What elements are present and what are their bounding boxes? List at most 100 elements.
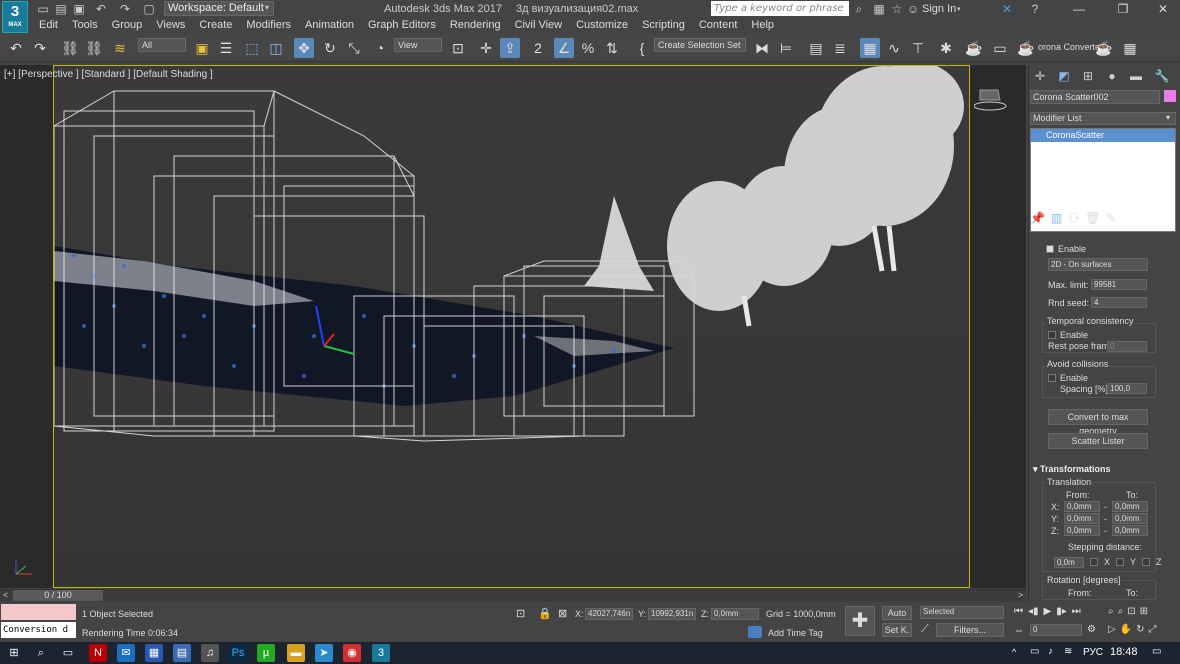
menu-animation[interactable]: Animation bbox=[298, 18, 361, 33]
rnd-seed-field[interactable]: 4 bbox=[1091, 297, 1147, 308]
material-editor-icon[interactable]: ✱ bbox=[936, 38, 956, 58]
menu-tools[interactable]: Tools bbox=[65, 18, 105, 33]
spacing-field[interactable]: 100,0 bbox=[1107, 383, 1147, 394]
align-icon[interactable]: ⊨ bbox=[776, 38, 796, 58]
add-time-tag[interactable]: Add Time Tag bbox=[768, 628, 823, 638]
user-icon[interactable]: ☺ bbox=[906, 2, 920, 16]
unlink-icon[interactable]: ⛓ bbox=[84, 38, 104, 58]
viewport-label[interactable]: [+] [Perspective ] [Standard ] [Default … bbox=[4, 69, 213, 80]
pin-stack-icon[interactable]: 📌 bbox=[1030, 211, 1045, 225]
open-file-icon[interactable]: ▤ bbox=[54, 2, 68, 16]
tray-chevron-icon[interactable]: ^ bbox=[1012, 647, 1016, 657]
x-coord-field[interactable]: 42027,746n bbox=[585, 608, 633, 620]
save-file-icon[interactable]: ▣ bbox=[72, 2, 86, 16]
select-by-name-icon[interactable]: ☰ bbox=[216, 38, 236, 58]
trans-z-to-field[interactable]: 0,0mm bbox=[1112, 525, 1148, 536]
key-mode-toggle-icon[interactable]: ⇔ bbox=[1014, 625, 1024, 636]
project-folder-icon[interactable]: ▢ bbox=[142, 2, 156, 16]
zoom-icon[interactable]: ⌕ bbox=[1108, 606, 1114, 617]
redo-small-icon[interactable]: ↷ bbox=[118, 2, 132, 16]
subscription-icon[interactable]: ▦ bbox=[872, 2, 886, 16]
language-indicator[interactable]: РУС bbox=[1083, 647, 1103, 658]
next-frame-icon[interactable]: > bbox=[1018, 590, 1023, 600]
avoid-enable-checkbox[interactable] bbox=[1048, 374, 1056, 383]
trans-x-to-field[interactable]: 0,0mm bbox=[1112, 501, 1148, 512]
new-file-icon[interactable]: ▭ bbox=[36, 2, 50, 16]
windows-start-icon[interactable]: ⊞ bbox=[5, 644, 23, 662]
current-frame-field[interactable]: 0 bbox=[1030, 624, 1082, 636]
netflix-icon[interactable]: N bbox=[89, 644, 107, 662]
lock-selection-icon[interactable]: 🔒 bbox=[538, 607, 552, 620]
temporal-enable-row[interactable]: Enable bbox=[1048, 329, 1088, 341]
z-coord-field[interactable]: 0,0mm bbox=[711, 608, 759, 620]
media-icon[interactable]: ♫ bbox=[201, 644, 219, 662]
set-key-plus-icon[interactable]: ✚ bbox=[845, 606, 875, 636]
window-crossing-icon[interactable]: ◫ bbox=[266, 38, 286, 58]
menu-civil-view[interactable]: Civil View bbox=[508, 18, 569, 33]
select-manipulate-icon[interactable]: ✛ bbox=[476, 38, 496, 58]
task-view-icon[interactable]: ▭ bbox=[59, 644, 77, 662]
pan-icon[interactable]: ✋ bbox=[1120, 624, 1132, 635]
utorrent-icon[interactable]: μ bbox=[257, 644, 275, 662]
scatter-lister-button[interactable]: Scatter Lister bbox=[1048, 433, 1148, 449]
select-scale-icon[interactable]: ⤡ bbox=[344, 38, 364, 58]
grid-tool-icon[interactable]: ▦ bbox=[1120, 38, 1140, 58]
edit-named-selection-icon[interactable]: { bbox=[632, 38, 652, 58]
menu-group[interactable]: Group bbox=[105, 18, 150, 33]
curve-editor-icon[interactable]: ∿ bbox=[884, 38, 904, 58]
taskbar-search-icon[interactable]: ⌕ bbox=[32, 644, 50, 662]
time-tag-icon[interactable] bbox=[748, 626, 762, 638]
transformations-rollout[interactable]: ▾ Transformations bbox=[1033, 464, 1111, 475]
angle-snap-icon[interactable]: ∠ bbox=[554, 38, 574, 58]
modifier-list-dropdown[interactable]: Modifier List bbox=[1030, 112, 1176, 125]
time-configuration-icon[interactable]: ⚙ bbox=[1087, 624, 1096, 635]
maximize-button[interactable]: ❐ bbox=[1108, 0, 1138, 18]
key-filter-dropdown[interactable]: Selected bbox=[920, 606, 1004, 619]
zoom-extents-all-icon[interactable]: ⊞ bbox=[1140, 606, 1148, 617]
rest-pose-field[interactable]: 0 bbox=[1107, 341, 1147, 352]
set-key-button[interactable]: Set K. bbox=[882, 623, 912, 637]
reference-coordinate-dropdown[interactable]: View bbox=[394, 38, 442, 52]
go-to-end-icon[interactable]: ⏭ bbox=[1072, 606, 1081, 617]
volume-icon[interactable]: ♪ bbox=[1048, 646, 1053, 657]
bind-space-warp-icon[interactable]: ≋ bbox=[110, 38, 130, 58]
step-y-checkbox[interactable] bbox=[1116, 558, 1125, 566]
menu-modifiers[interactable]: Modifiers bbox=[239, 18, 298, 33]
orbit-icon[interactable]: ↻ bbox=[1136, 624, 1144, 635]
exchange-icon[interactable]: ✕ bbox=[1000, 2, 1014, 16]
trans-y-to-field[interactable]: 0,0mm bbox=[1112, 513, 1148, 524]
app-logo[interactable]: 3 MAX bbox=[2, 1, 28, 33]
selection-filter-dropdown[interactable]: All bbox=[138, 38, 186, 52]
maximize-viewport-icon[interactable]: ⤢ bbox=[1149, 624, 1157, 635]
auto-key-button[interactable]: Auto bbox=[882, 606, 912, 620]
modifier-stack-item[interactable]: CoronaScatter bbox=[1031, 129, 1175, 142]
modify-tab-icon[interactable]: ◩ bbox=[1054, 68, 1074, 84]
system-clock[interactable]: 18:48 bbox=[1110, 646, 1138, 658]
render-setup-icon[interactable]: ☕ bbox=[964, 38, 984, 58]
object-name-field[interactable]: Corona Scatter002 bbox=[1030, 90, 1160, 104]
corona-render-icon[interactable]: ☕ bbox=[1094, 38, 1114, 58]
next-frame-button-icon[interactable]: ▮▸ bbox=[1056, 606, 1067, 617]
avoid-enable-row[interactable]: Enable bbox=[1048, 372, 1088, 384]
maxscript-output[interactable]: Conversion d bbox=[1, 622, 76, 638]
close-button[interactable]: ✕ bbox=[1148, 0, 1178, 18]
spinner-snap-icon[interactable]: ⇅ bbox=[602, 38, 622, 58]
undo-icon[interactable]: ↶ bbox=[6, 38, 26, 58]
search-input[interactable]: Type a keyword or phrase bbox=[711, 1, 849, 16]
isolate-selection-icon[interactable]: ⊡ bbox=[516, 607, 525, 620]
menu-rendering[interactable]: Rendering bbox=[443, 18, 508, 33]
file-explorer-icon[interactable]: ▬ bbox=[287, 644, 305, 662]
scene-explorer-icon[interactable]: ▤ bbox=[806, 38, 826, 58]
remove-modifier-icon[interactable]: 🗑 bbox=[1085, 211, 1100, 225]
filters-button[interactable]: Filters... bbox=[936, 623, 1004, 637]
corona-converter-label[interactable]: orona Converte bbox=[1038, 42, 1100, 52]
mirror-icon[interactable]: ⧓ bbox=[752, 38, 772, 58]
select-move-icon[interactable]: ✥ bbox=[294, 38, 314, 58]
absolute-mode-icon[interactable]: ⊠ bbox=[558, 607, 567, 620]
perspective-viewport[interactable] bbox=[53, 65, 970, 588]
schematic-view-icon[interactable]: ⊤ bbox=[908, 38, 928, 58]
keyboard-shortcut-icon[interactable]: ⇪ bbox=[500, 38, 520, 58]
go-to-start-icon[interactable]: ⏮ bbox=[1014, 606, 1023, 617]
prev-frame-icon[interactable]: < bbox=[3, 590, 8, 600]
trans-y-from-field[interactable]: 0,0mm bbox=[1064, 513, 1100, 524]
